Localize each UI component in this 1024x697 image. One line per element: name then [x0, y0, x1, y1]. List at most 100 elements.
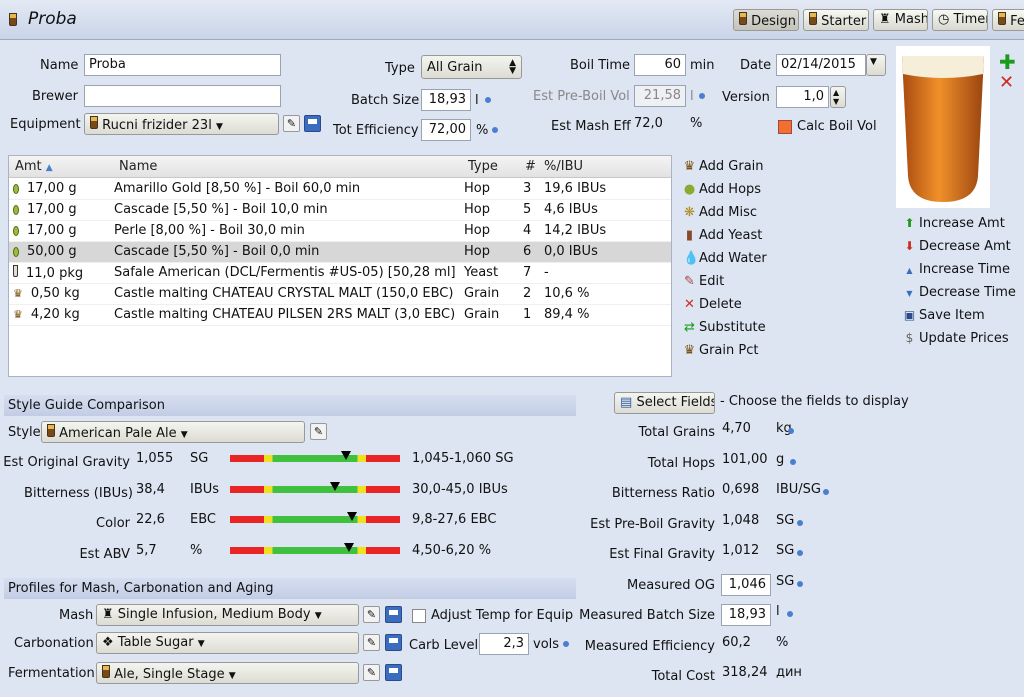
edit-mash-icon[interactable]: ✎: [363, 606, 380, 623]
field-value: 1,012: [722, 543, 760, 558]
action-label: Grain Pct: [699, 343, 759, 358]
col-pct-ibu[interactable]: %/IBU: [544, 159, 583, 174]
table-row[interactable]: ♛ 0,50 kg Castle malting CHÂTEAU CRYSTAL M…: [9, 284, 671, 305]
boil-time-input[interactable]: 60: [634, 54, 686, 76]
amt-cell: 11,0 pkg: [13, 265, 83, 281]
tab-fermentation[interactable]: Fe: [992, 9, 1024, 31]
edit-style-icon[interactable]: ✎: [310, 423, 327, 440]
batch-size-label: Batch Size: [351, 93, 420, 108]
col-number[interactable]: #: [525, 159, 536, 174]
carb-level-input[interactable]: 2,3: [479, 633, 529, 655]
edit-fermentation-icon[interactable]: ✎: [363, 664, 380, 681]
fermentation-select[interactable]: Ale, Single Stage ▼: [96, 662, 359, 684]
name-input[interactable]: Proba: [84, 54, 281, 76]
edit-carbonation-icon[interactable]: ✎: [363, 634, 380, 651]
add-icon[interactable]: ✚: [999, 52, 1016, 72]
style-row-unit: SG: [190, 451, 209, 466]
action-add-hops[interactable]: ● Add Hops: [683, 182, 761, 197]
amt-value: 17,00 g: [27, 202, 77, 217]
tab-starter[interactable]: Starter: [803, 9, 869, 31]
action-label: Add Water: [699, 251, 767, 266]
action-update-prices[interactable]: $ Update Prices: [903, 331, 1009, 346]
carb-level-unit: vols: [533, 637, 560, 652]
col-name[interactable]: Name: [119, 159, 157, 174]
name-cell: Cascade [5,50 %] - Boil 10,0 min: [114, 202, 328, 217]
field-label: Total Grains: [638, 425, 715, 440]
style-row-unit: %: [190, 542, 203, 558]
top-bar: Proba Design Starter ♜ Mash ◷ Timer Fe: [0, 0, 1024, 40]
type-select[interactable]: All Grain ▲ ▼: [421, 55, 522, 79]
style-row-unit: IBUs: [190, 481, 220, 497]
field-input[interactable]: 18,93: [721, 604, 771, 626]
field-input[interactable]: 1,046: [721, 573, 771, 596]
action-label: Substitute: [699, 320, 766, 335]
table-row[interactable]: 17,00 g Amarillo Gold [8,50 %] - Boil 60,…: [9, 179, 671, 200]
col-amt[interactable]: Amt ▲: [15, 159, 53, 174]
table-row[interactable]: 11,0 pkg Safale American (DCL/Fermentis #…: [9, 263, 671, 284]
action-add-grain[interactable]: ♛ Add Grain: [683, 159, 764, 174]
type-cell: Grain: [464, 286, 500, 301]
brewer-input[interactable]: [84, 85, 281, 107]
save-carbonation-icon[interactable]: [385, 634, 402, 651]
date-input[interactable]: 02/14/2015: [776, 54, 866, 76]
action-increase-time[interactable]: ▲ Increase Time: [903, 262, 1010, 277]
table-row[interactable]: 17,00 g Perle [8,00 %] - Boil 30,0 min Hop…: [9, 221, 671, 242]
save-mash-icon[interactable]: [385, 606, 402, 623]
glass-icon: [739, 12, 747, 25]
version-spinner-icon[interactable]: ▲ ▼: [830, 86, 846, 108]
boil-time-label: Boil Time: [570, 58, 631, 73]
tab-mash[interactable]: ♜ Mash: [873, 9, 928, 31]
mash-profile-select[interactable]: ♜ Single Infusion, Medium Body ▼: [96, 604, 359, 626]
adjust-temp-checkbox[interactable]: [412, 609, 426, 623]
info-dot-icon: [563, 641, 569, 647]
dollar-icon: $: [905, 331, 914, 345]
type-cell: Hop: [464, 202, 490, 217]
carbonation-select[interactable]: ❖ Table Sugar ▼: [96, 632, 359, 654]
calc-boil-vol-label: Calc Boil Vol: [797, 119, 877, 134]
range-marker-icon: [347, 512, 358, 521]
action-decrease-time[interactable]: ▼ Decrease Time: [903, 285, 1015, 300]
field-label: Total Hops: [647, 455, 715, 471]
grain-icon: ♛: [13, 287, 23, 300]
action-substitute[interactable]: ⇄ Substitute: [683, 320, 766, 335]
field-value: 0,698: [722, 482, 760, 497]
action-decrease-amt[interactable]: ⬇ Decrease Amt: [903, 239, 1011, 254]
hop-icon: [13, 225, 19, 236]
mash-icon: ♜: [102, 607, 114, 622]
type-cell: Hop: [464, 244, 490, 259]
efficiency-input[interactable]: 72,00: [421, 119, 471, 141]
action-add-yeast[interactable]: ▮ Add Yeast: [683, 228, 762, 243]
select-fields-button[interactable]: ▤ Select Fields: [614, 392, 715, 414]
tab-design[interactable]: Design: [733, 9, 799, 31]
date-dropdown-icon[interactable]: ▼: [866, 54, 886, 76]
grain-icon: ♛: [13, 308, 23, 321]
info-dot-icon: [797, 580, 803, 587]
sugar-icon: ❖: [102, 635, 114, 650]
action-grain-pct[interactable]: ♛ Grain Pct: [683, 343, 759, 358]
edit-equipment-icon[interactable]: ✎: [283, 115, 300, 132]
action-delete[interactable]: ✕ Delete: [683, 297, 742, 312]
batch-size-input[interactable]: 18,93: [421, 89, 471, 111]
table-row[interactable]: ♛ 4,20 kg Castle malting CHÂTEAU PILSEN 2R…: [9, 305, 671, 326]
equipment-select[interactable]: Rucni frizider 23l ▼: [84, 113, 279, 135]
hop-icon: ●: [683, 182, 696, 197]
table-row[interactable]: 50,00 g Cascade [5,50 %] - Boil 0,0 min Ho…: [9, 242, 671, 263]
name-cell: Castle malting CHÂTEAU PILSEN 2RS MALT (…: [114, 307, 456, 322]
save-equipment-icon[interactable]: [304, 115, 321, 132]
action-save-item[interactable]: ▣ Save Item: [903, 308, 985, 323]
style-row-label: Color: [96, 516, 130, 531]
remove-icon[interactable]: ✕: [999, 74, 1014, 92]
action-increase-amt[interactable]: ⬆ Increase Amt: [903, 216, 1004, 231]
style-select[interactable]: American Pale Ale ▼: [41, 421, 305, 443]
action-label: Decrease Amt: [919, 239, 1011, 254]
action-add-water[interactable]: 💧Add Water: [683, 251, 767, 266]
calc-boil-vol-checkbox[interactable]: [778, 120, 792, 134]
amt-cell: 17,00 g: [13, 223, 77, 238]
table-row[interactable]: 17,00 g Cascade [5,50 %] - Boil 10,0 min H…: [9, 200, 671, 221]
action-add-misc[interactable]: ❋ Add Misc: [683, 205, 757, 220]
save-fermentation-icon[interactable]: [385, 664, 402, 681]
version-input[interactable]: 1,0: [776, 86, 829, 108]
tab-timer[interactable]: ◷ Timer: [932, 9, 988, 31]
col-type[interactable]: Type: [468, 159, 498, 174]
action-edit[interactable]: ✎ Edit: [683, 274, 724, 289]
